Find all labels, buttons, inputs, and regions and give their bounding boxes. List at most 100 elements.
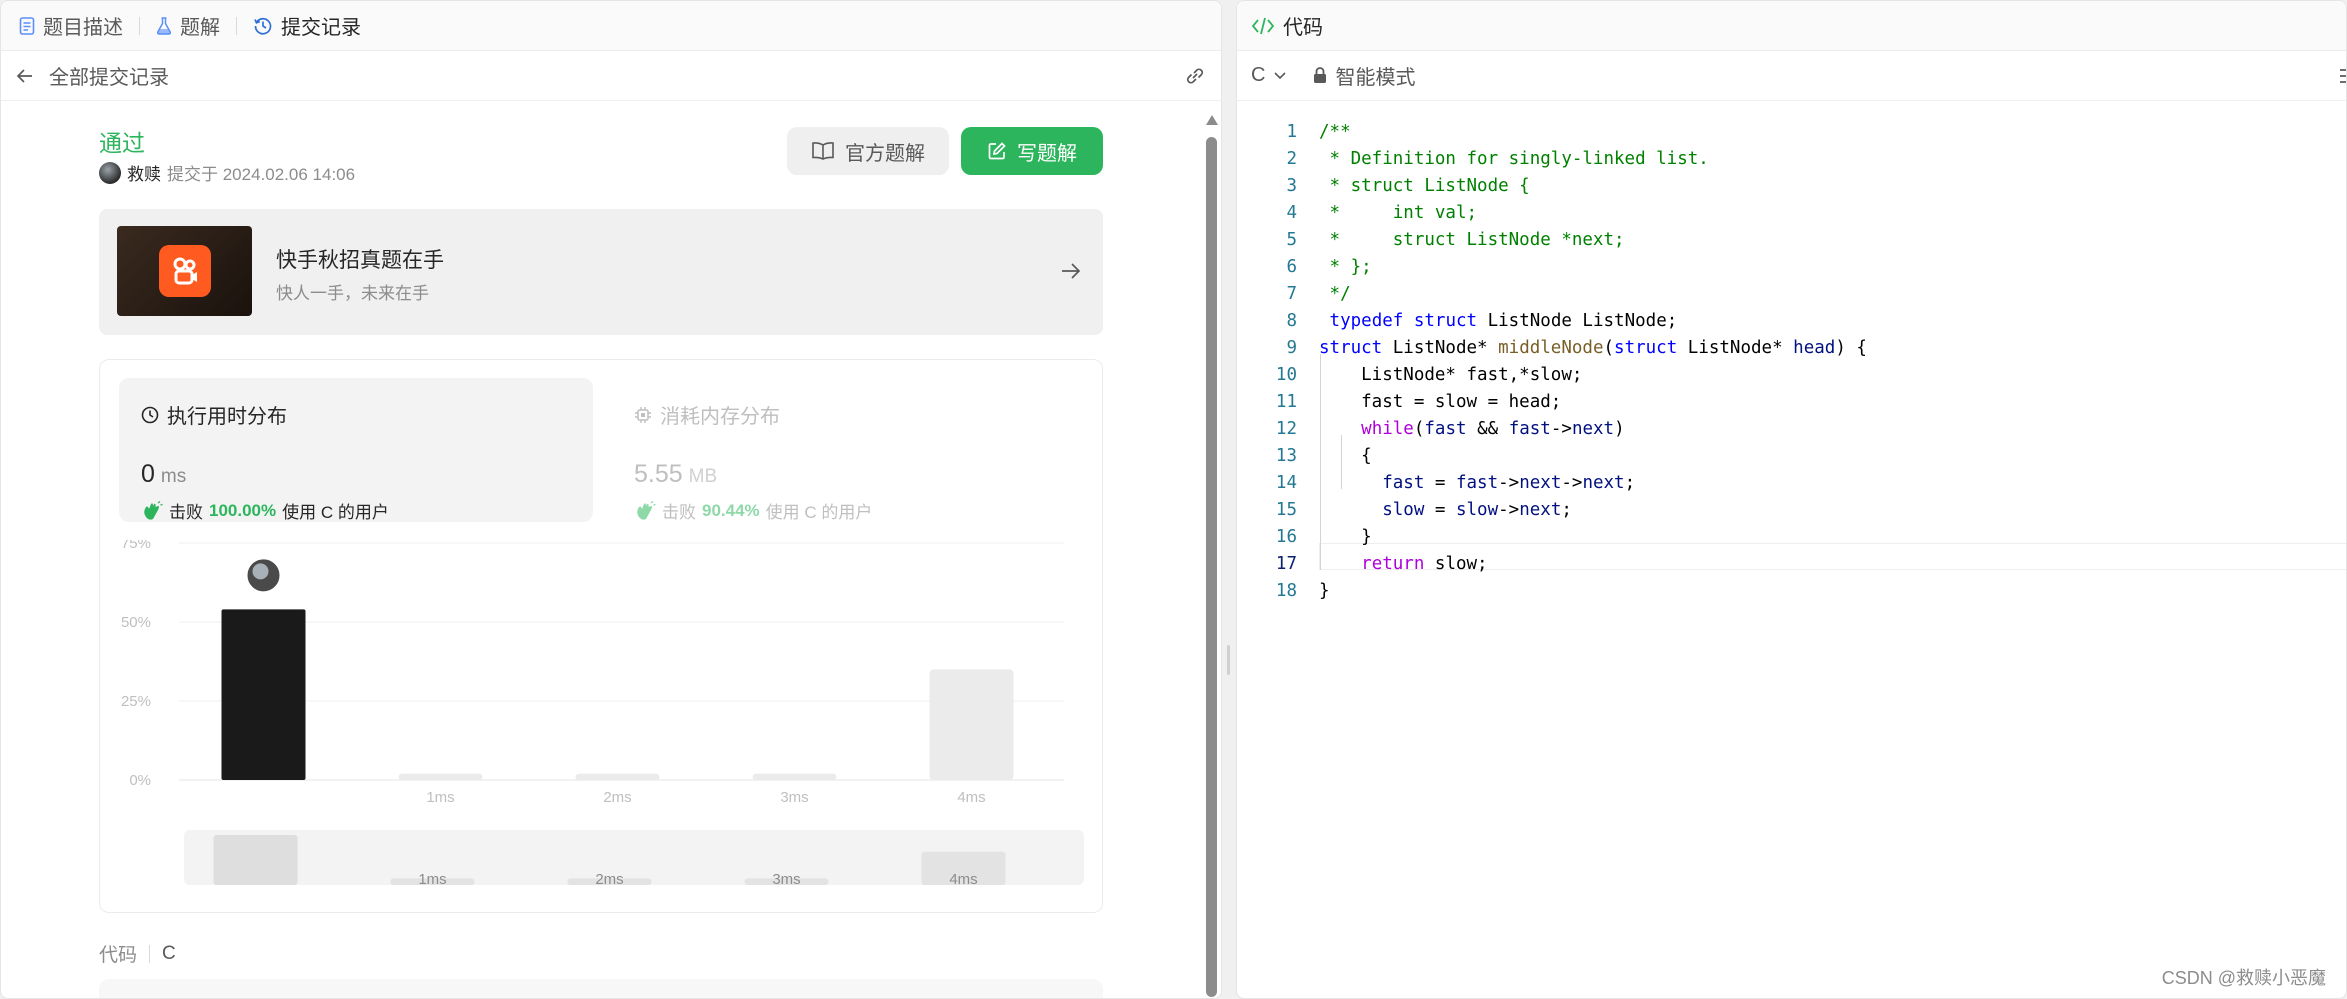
runtime-unit: ms bbox=[160, 466, 187, 487]
code-line[interactable]: * struct ListNode { bbox=[1319, 173, 1530, 200]
code-line[interactable]: } bbox=[1319, 578, 1330, 605]
menu-icon[interactable] bbox=[2338, 65, 2346, 93]
runtime-beat: 击败 100.00% 使用 C 的用户 bbox=[141, 498, 389, 523]
memory-unit: MB bbox=[688, 466, 718, 487]
code-line[interactable]: slow = slow->next; bbox=[1319, 497, 1572, 524]
histogram-bar bbox=[398, 773, 483, 780]
y-tick-label: 25% bbox=[121, 693, 151, 710]
write-solution-button[interactable]: 写题解 bbox=[961, 127, 1103, 175]
runtime-beat-suffix: 使用 C 的用户 bbox=[282, 503, 389, 522]
code-line[interactable]: } bbox=[1319, 524, 1372, 551]
language-select[interactable]: C bbox=[1251, 64, 1287, 87]
code-section-divider bbox=[149, 944, 151, 963]
back-arrow-icon[interactable] bbox=[15, 66, 35, 86]
code-preview-block bbox=[99, 979, 1103, 998]
code-line[interactable]: { bbox=[1319, 443, 1372, 470]
right-tabbar: 代码 bbox=[1237, 1, 2346, 51]
tab-description[interactable]: 题目描述 bbox=[19, 1, 123, 51]
line-number: 3 bbox=[1286, 176, 1297, 196]
line-number: 18 bbox=[1275, 581, 1297, 601]
write-solution-label: 写题解 bbox=[1017, 142, 1077, 165]
avatar[interactable] bbox=[99, 161, 121, 184]
code-line[interactable]: * int val; bbox=[1319, 200, 1478, 227]
left-scrollbar[interactable] bbox=[1206, 107, 1218, 998]
scroll-up-arrow-icon[interactable] bbox=[1206, 115, 1218, 125]
x-tick-label: 4ms bbox=[957, 789, 985, 806]
y-tick-label: 50% bbox=[121, 614, 151, 631]
code-section-header: 代码 C bbox=[99, 940, 176, 967]
runtime-stat[interactable]: 执行用时分布 0 ms 击败 100.00% 使用 C 的用户 bbox=[119, 378, 593, 522]
line-number: 14 bbox=[1275, 473, 1297, 493]
histogram-bar bbox=[221, 609, 306, 780]
arrow-right-icon[interactable] bbox=[1059, 259, 1083, 288]
code-line[interactable]: fast = fast->next->next; bbox=[1319, 470, 1635, 497]
code-line[interactable]: typedef struct ListNode ListNode; bbox=[1319, 308, 1678, 335]
history-icon bbox=[254, 17, 272, 35]
scroll-thumb[interactable] bbox=[1206, 137, 1217, 997]
link-icon[interactable] bbox=[1183, 65, 1207, 93]
app-root: 题目描述 题解 提交记录 全部提交记录 通过 救赎 提交于 2024.02.06… bbox=[0, 0, 2347, 999]
official-solution-label: 官方题解 bbox=[845, 142, 925, 165]
left-tabbar: 题目描述 题解 提交记录 bbox=[1, 1, 1221, 51]
username[interactable]: 救赎 bbox=[127, 160, 161, 185]
memory-stat[interactable]: 消耗内存分布 5.55 MB 击败 90.44% 使用 C 的用户 bbox=[634, 378, 1108, 522]
all-submissions-link[interactable]: 全部提交记录 bbox=[49, 61, 169, 90]
x-tick-label: 3ms bbox=[780, 789, 808, 806]
code-line[interactable]: * Definition for singly-linked list. bbox=[1319, 146, 1709, 173]
memory-beat: 击败 90.44% 使用 C 的用户 bbox=[634, 498, 872, 523]
overview-tick-label: 2ms bbox=[595, 871, 623, 888]
code-line[interactable]: * struct ListNode *next; bbox=[1319, 227, 1625, 254]
code-line[interactable]: fast = slow = head; bbox=[1319, 389, 1561, 416]
code-line[interactable]: return slow; bbox=[1319, 551, 1487, 578]
panel-splitter[interactable] bbox=[1222, 0, 1236, 999]
tab-solutions[interactable]: 题解 bbox=[156, 1, 220, 51]
banner-subtitle: 快人一手，未来在手 bbox=[276, 284, 429, 303]
x-tick-label: 1ms bbox=[426, 789, 454, 806]
splitter-handle[interactable] bbox=[1227, 645, 1230, 675]
memory-title-text: 消耗内存分布 bbox=[660, 406, 780, 428]
code-line[interactable]: * }; bbox=[1319, 254, 1372, 281]
memory-number: 5.55 bbox=[634, 460, 683, 488]
code-line[interactable]: */ bbox=[1319, 281, 1351, 308]
language-value: C bbox=[1251, 64, 1266, 86]
code-line[interactable]: ListNode* fast,*slow; bbox=[1319, 362, 1582, 389]
code-line[interactable]: while(fast && fast->next) bbox=[1319, 416, 1624, 443]
code-line[interactable]: struct ListNode* middleNode(struct ListN… bbox=[1319, 335, 1867, 362]
promo-banner[interactable]: 快手秋招真题在手 快人一手，未来在手 bbox=[99, 209, 1103, 335]
line-number: 17 bbox=[1275, 554, 1297, 574]
x-tick-label: 2ms bbox=[603, 789, 631, 806]
y-tick-label: 75% bbox=[121, 540, 151, 552]
overview-tick-label: 3ms bbox=[772, 871, 800, 888]
banner-image bbox=[117, 226, 252, 316]
runtime-distribution-chart[interactable]: 0% 25% 50% 75% 1ms 2ms 3ms 4ms 1ms 2ms 3ms 4ms bbox=[119, 540, 1089, 910]
histogram-bar bbox=[752, 773, 837, 780]
flask-icon bbox=[156, 16, 172, 35]
y-tick-label: 0% bbox=[129, 772, 151, 789]
clap-icon bbox=[144, 500, 163, 520]
document-icon bbox=[19, 16, 35, 35]
official-solution-button[interactable]: 官方题解 bbox=[787, 127, 949, 175]
tab-submissions-label: 提交记录 bbox=[281, 17, 361, 39]
line-number: 7 bbox=[1286, 284, 1297, 304]
memory-value: 5.55 MB bbox=[634, 460, 717, 489]
line-number: 6 bbox=[1286, 257, 1297, 277]
line-number: 5 bbox=[1286, 230, 1297, 250]
code-icon bbox=[1251, 17, 1275, 34]
code-line[interactable]: /** bbox=[1319, 119, 1351, 146]
memory-beat-suffix: 使用 C 的用户 bbox=[765, 503, 873, 522]
line-number: 8 bbox=[1286, 311, 1297, 331]
submit-time: 提交于 2024.02.06 14:06 bbox=[167, 165, 356, 184]
line-number: 9 bbox=[1286, 338, 1297, 358]
line-number: 12 bbox=[1275, 419, 1297, 439]
line-number: 10 bbox=[1275, 365, 1297, 385]
tab-code-label[interactable]: 代码 bbox=[1283, 11, 1323, 40]
runtime-title: 执行用时分布 bbox=[141, 400, 287, 429]
line-number: 2 bbox=[1286, 149, 1297, 169]
edit-icon bbox=[988, 142, 1006, 160]
tab-description-label: 题目描述 bbox=[43, 17, 123, 39]
code-editor[interactable]: 1 2 3 4 5 6 7 8 9 10 11 12 13 14 15 16 17 18 /** * Defini… bbox=[1237, 111, 2346, 998]
runtime-title-text: 执行用时分布 bbox=[167, 406, 287, 428]
smart-mode-toggle[interactable]: 智能模式 bbox=[1313, 61, 1415, 90]
runtime-value: 0 ms bbox=[141, 460, 186, 489]
tab-submissions[interactable]: 提交记录 bbox=[253, 1, 361, 51]
